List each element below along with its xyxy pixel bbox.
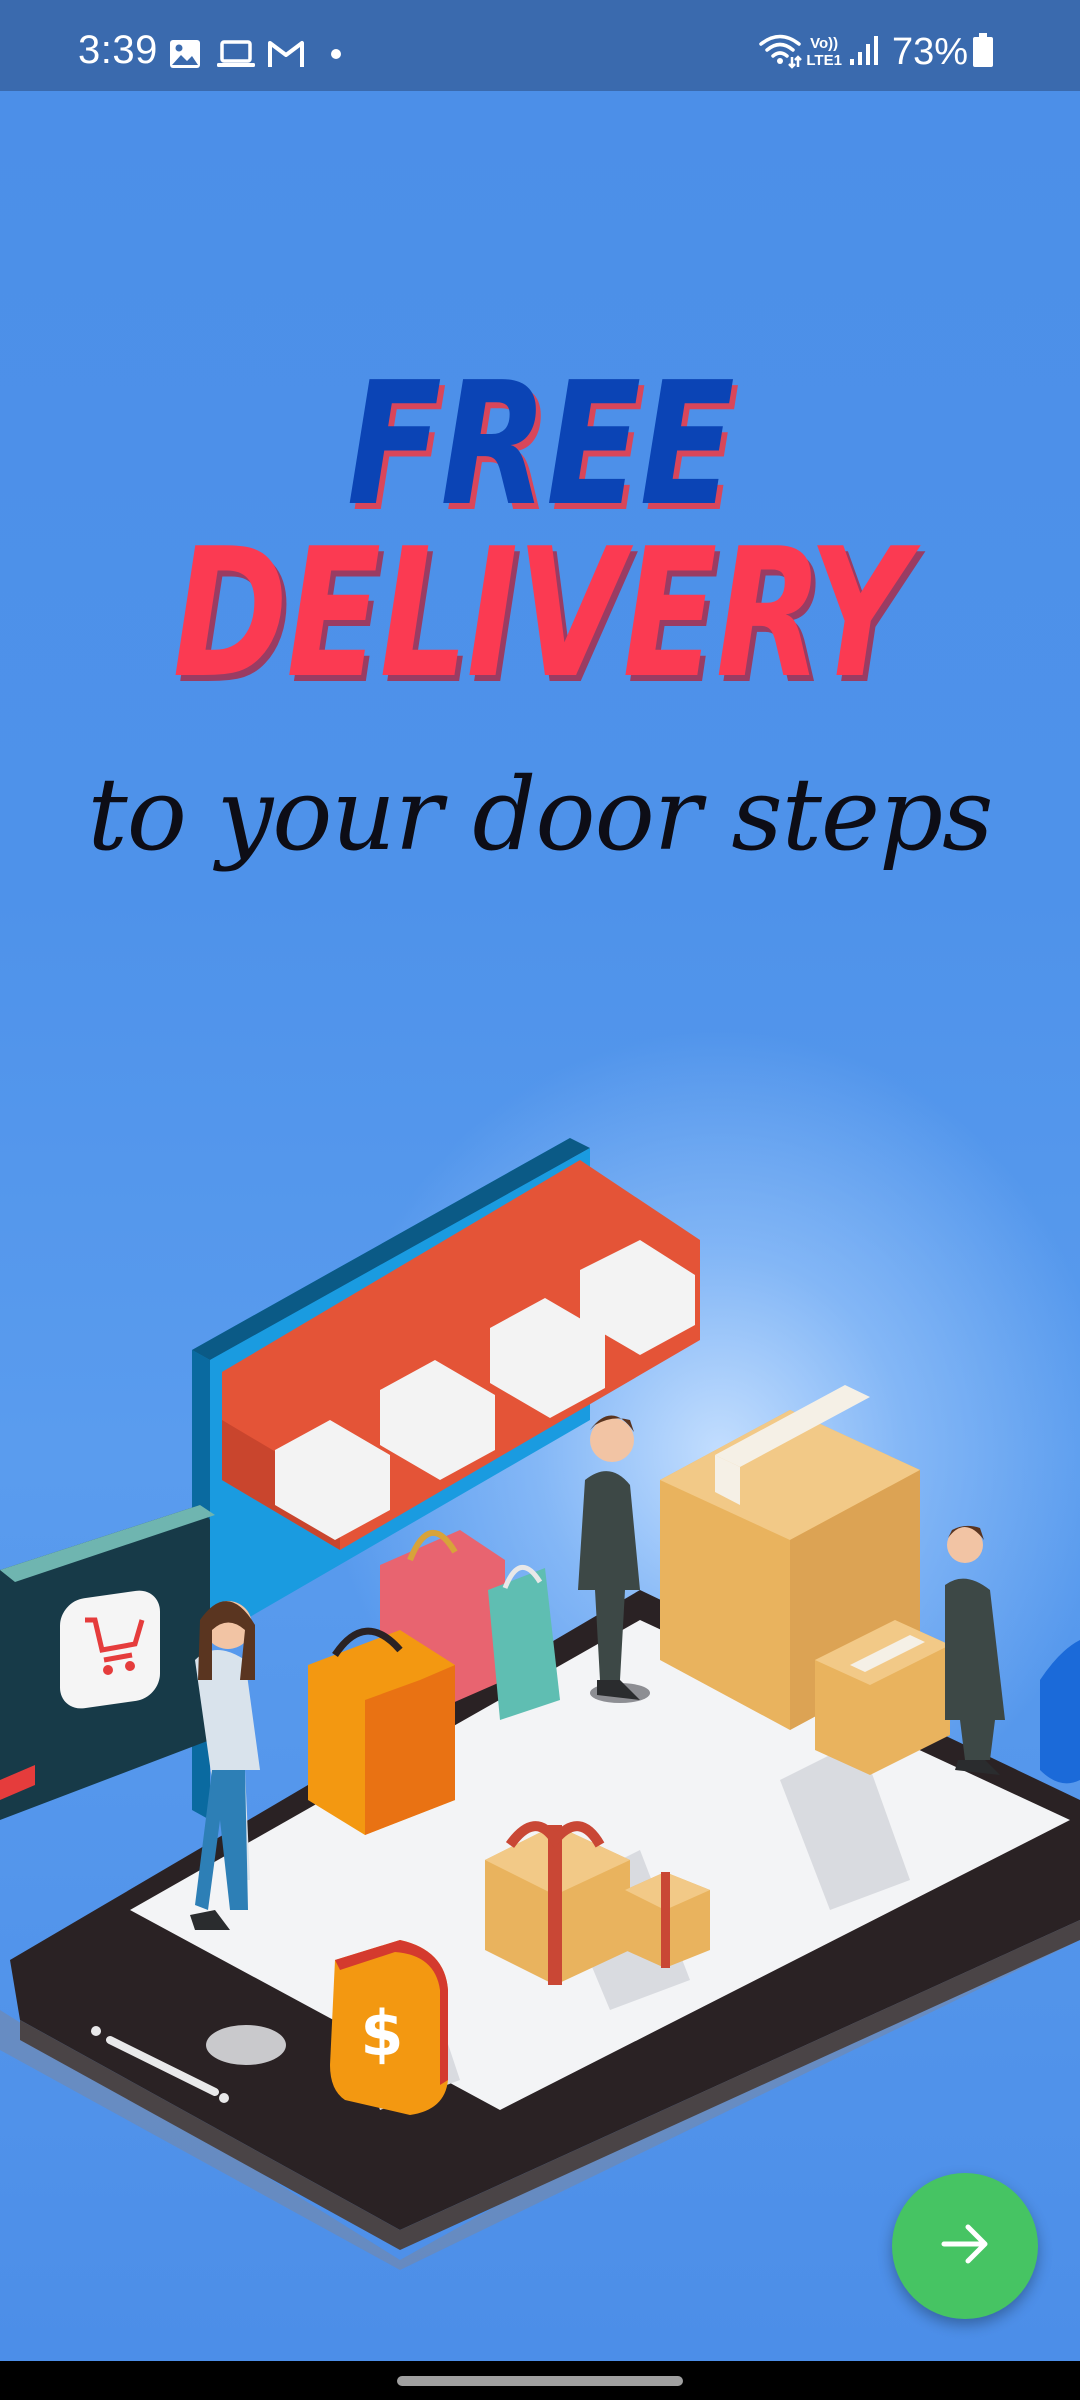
status-bar: 3:39 Vo)) LTE1 73% — [0, 0, 1080, 91]
headline-free: FREE — [346, 346, 735, 544]
svg-text:$: $ — [360, 1997, 403, 2070]
lte-label: LTE1 — [806, 52, 842, 69]
volte-icon: Vo)) LTE1 — [806, 35, 842, 69]
battery-percent: 73% — [891, 31, 968, 73]
home-gesture-handle[interactable] — [397, 2376, 683, 2386]
headline-delivery: DELIVERY — [172, 510, 909, 717]
gmail-icon — [266, 37, 306, 71]
next-button[interactable] — [892, 2173, 1038, 2319]
wifi-icon — [758, 31, 803, 74]
status-time: 3:39 — [78, 28, 158, 72]
laptop-icon — [216, 37, 256, 71]
volte-label: Vo)) — [810, 35, 839, 52]
status-icons-left — [168, 36, 342, 72]
tagline: to your door steps — [87, 756, 994, 873]
signal-icon — [848, 33, 878, 72]
navigation-bar — [0, 2361, 1080, 2400]
status-icons-right: Vo)) LTE1 73% — [758, 28, 994, 76]
dot-icon — [330, 48, 342, 60]
screen: 3:39 Vo)) LTE1 73% FREE DELIVERY to your… — [0, 0, 1080, 2400]
image-icon — [168, 37, 202, 71]
battery-icon — [972, 32, 994, 73]
arrow-right-icon — [936, 2215, 994, 2278]
online-shop-illustration: $ — [0, 1138, 1080, 2270]
